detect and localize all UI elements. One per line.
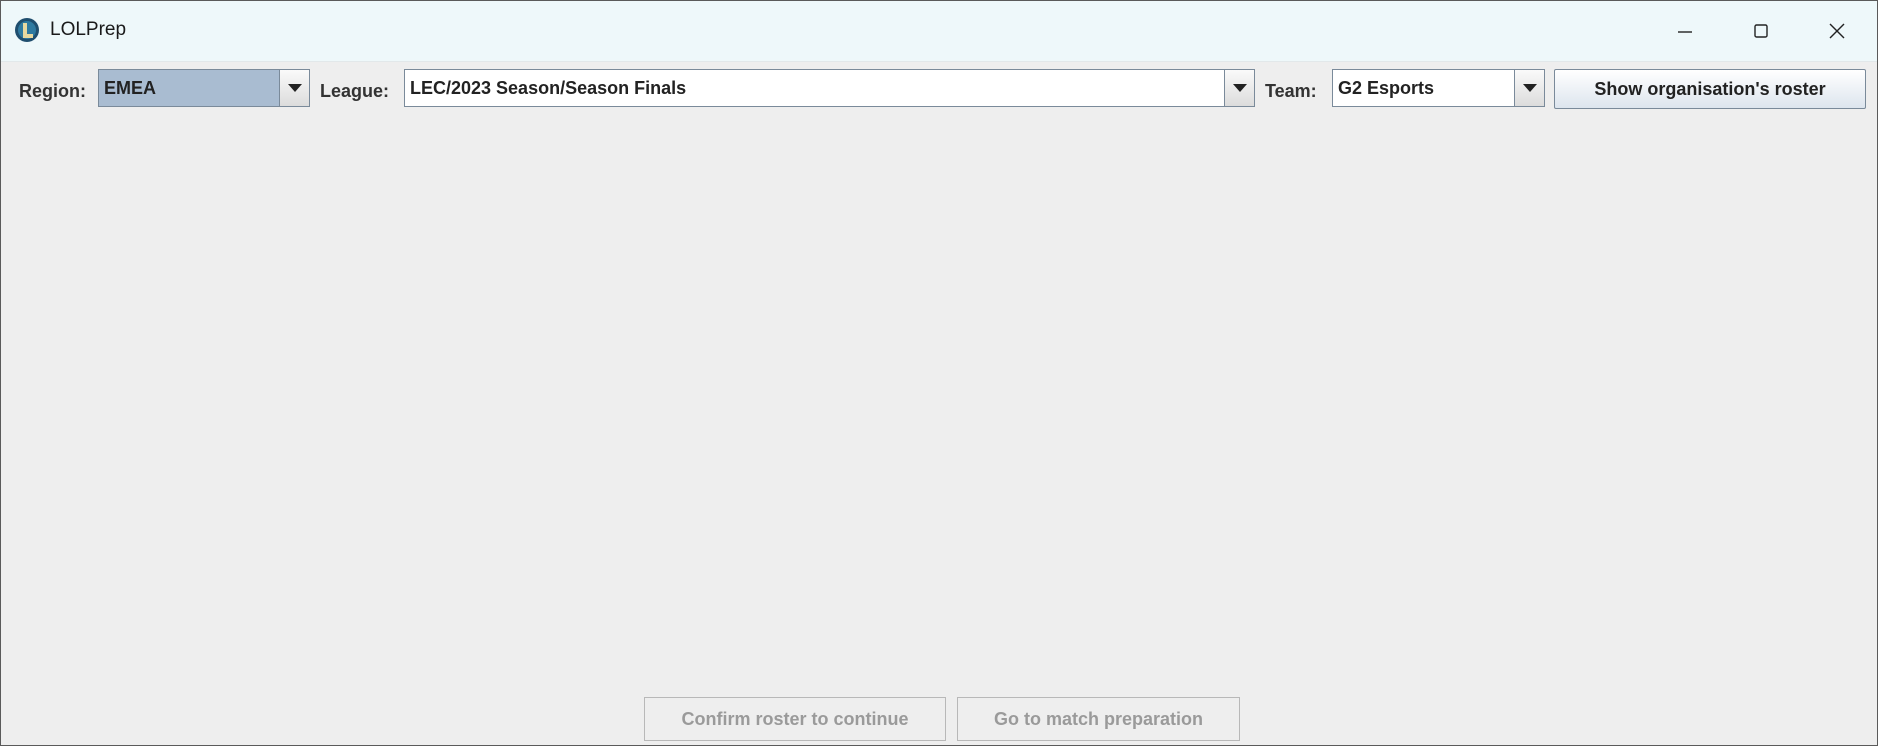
league-label: League: [320,81,390,101]
team-select-value: G2 Esports [1338,78,1435,98]
maximize-icon [1754,24,1768,38]
chevron-down-icon [287,84,302,92]
league-select[interactable]: LEC/2023 Season/Season Finals [404,69,1255,107]
lolprep-logo-icon [15,18,39,42]
chevron-down-icon [1232,84,1247,92]
go-to-match-preparation-button[interactable]: Go to match preparation [957,697,1240,741]
region-select[interactable]: EMEA [98,69,310,107]
app-window: LOLPrep Region: EMEA League: LEC/2023 Se… [0,0,1878,746]
region-select-arrow[interactable] [279,70,309,106]
region-select-value: EMEA [99,70,279,106]
selection-toolbar: Region: EMEA League: LEC/2023 Season/Sea… [1,61,1877,121]
chevron-down-icon [1522,84,1537,92]
minimize-button[interactable] [1647,1,1723,61]
close-button[interactable] [1799,1,1875,61]
maximize-button[interactable] [1723,1,1799,61]
window-title: LOLPrep [50,19,127,40]
show-roster-button[interactable]: Show organisation's roster [1554,69,1866,109]
team-select[interactable]: G2 Esports [1332,69,1545,107]
minimize-icon [1678,31,1692,33]
title-bar[interactable]: LOLPrep [1,1,1877,62]
team-select-arrow[interactable] [1514,70,1544,106]
league-select-value: LEC/2023 Season/Season Finals [410,78,687,98]
confirm-roster-button[interactable]: Confirm roster to continue [644,697,946,741]
region-label: Region: [19,81,86,101]
league-select-arrow[interactable] [1224,70,1254,106]
team-label: Team: [1265,81,1317,101]
close-icon [1829,23,1845,39]
roster-content-area [1,121,1877,685]
